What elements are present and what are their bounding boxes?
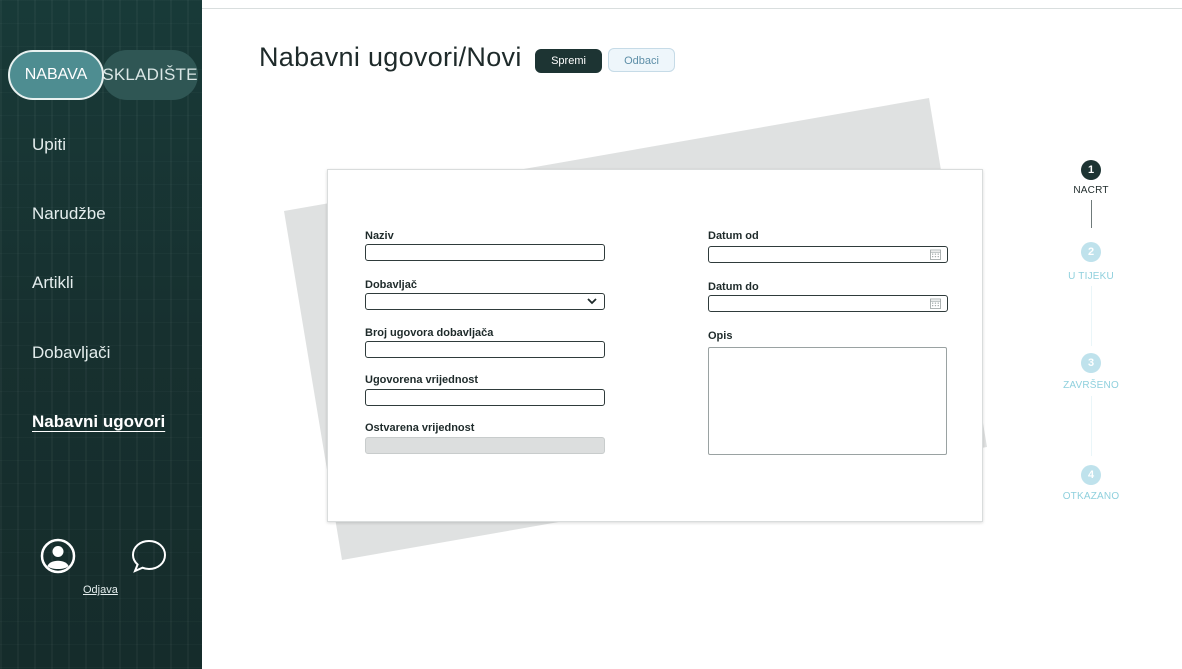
datum-od-label: Datum od [708, 230, 759, 242]
opis-label: Opis [708, 330, 733, 342]
ostvarena-vrijednost-label: Ostvarena vrijednost [365, 422, 475, 434]
ugovorena-vrijednost-label: Ugovorena vrijednost [365, 374, 479, 386]
step-1-circle: 1 [1081, 160, 1101, 180]
step-connector [1091, 286, 1092, 346]
calendar-icon[interactable] [930, 249, 941, 260]
step-1-label: NACRT [1073, 185, 1109, 196]
datum-od-field[interactable] [708, 246, 948, 263]
naziv-label: Naziv [365, 230, 394, 242]
datum-do-label: Datum do [708, 281, 759, 293]
broj-ugovora-label: Broj ugovora dobavljača [365, 327, 494, 339]
ugovorena-vrijednost-field[interactable] [365, 389, 605, 406]
step-connector [1091, 396, 1092, 456]
step-connector [1091, 200, 1092, 228]
step-4-circle: 4 [1081, 465, 1101, 485]
broj-ugovora-field[interactable] [365, 341, 605, 358]
ostvarena-vrijednost-field [365, 437, 605, 454]
chevron-down-icon [587, 298, 597, 305]
calendar-icon[interactable] [930, 298, 941, 309]
contract-form: Naziv Dobavljač Broj ugovora dobavljača … [327, 169, 983, 522]
dobavljac-select[interactable] [365, 293, 605, 310]
step-3-circle: 3 [1081, 353, 1101, 373]
step-2-label: U TIJEKU [1068, 271, 1114, 282]
step-2-circle: 2 [1081, 242, 1101, 262]
step-4-label: OTKAZANO [1062, 491, 1120, 502]
naziv-field[interactable] [365, 244, 605, 261]
datum-do-field[interactable] [708, 295, 948, 312]
opis-textarea[interactable] [708, 347, 947, 455]
dobavljac-label: Dobavljač [365, 279, 417, 291]
step-3-label: ZAVRŠENO [1063, 380, 1119, 391]
